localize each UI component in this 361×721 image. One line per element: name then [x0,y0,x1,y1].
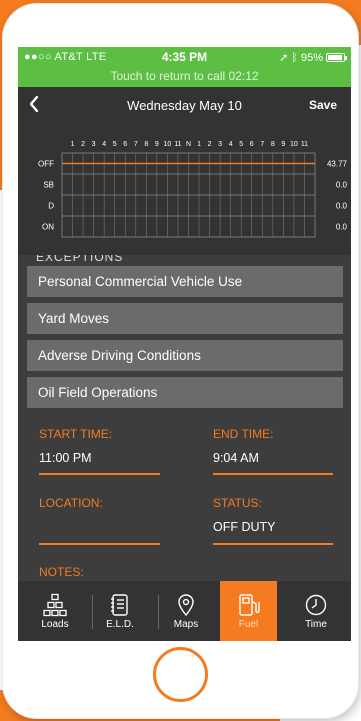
eld-logbook-icon [111,594,128,616]
bottom-tab-bar: Loads E.L.D. Maps Fuel Time [18,581,351,641]
duty-row-label: ON [42,223,54,232]
return-to-call-banner[interactable]: Touch to return to call 02:12 [18,69,351,83]
start-time-value[interactable]: 11:00 PM [39,451,92,465]
hour-label: 7 [134,141,138,148]
exception-adverse-driving[interactable]: Adverse Driving Conditions [27,340,343,371]
duty-row-total: 0.0 [336,181,348,190]
battery-level [328,55,343,60]
hour-label: 4 [102,141,106,148]
exception-yard-moves[interactable]: Yard Moves [27,303,343,334]
page-title: Wednesday May 10 [127,98,242,113]
notes-label: NOTES: [39,565,84,579]
tab-time-label: Time [305,619,327,630]
bluetooth-icon: ᛒ [291,51,298,64]
hour-label: 2 [208,141,212,148]
location-arrow-icon: ➚ [279,52,289,64]
home-button[interactable] [153,647,208,702]
battery-icon [326,53,347,62]
tab-fuel-label: Fuel [238,619,259,630]
status-bar[interactable]: ●●○○ AT&T LTE 4:35 PM ➚ ᛒ 95% Touch to r… [18,47,351,87]
hour-label: 5 [113,141,117,148]
hour-label: 11 [301,141,308,148]
tab-loads-label: Loads [41,619,69,630]
duty-log-graph: 1 2 3 4 5 6 7 8 9 10 11 N 1 2 3 4 5 6 7 8 9 10 11 OFF 43.77 SB 0.0… [18,125,351,255]
end-time-label: END TIME: [213,427,274,441]
hour-label: 4 [229,141,233,148]
map-pin-icon [178,594,194,617]
duty-row-label: SB [43,181,54,190]
save-button[interactable]: Save [309,98,337,112]
tab-loads[interactable]: Loads [23,581,87,641]
hour-label: 6 [123,141,127,148]
hour-label: 5 [239,141,243,148]
tab-eld-label: E.L.D. [106,619,134,630]
hour-label: 11 [174,141,181,148]
status-indicators: ➚ ᛒ 95% [279,51,347,64]
app-screen: ●●○○ AT&T LTE 4:35 PM ➚ ᛒ 95% Touch to r… [18,47,351,641]
duty-row-total: 43.77 [327,160,348,169]
status-underline [213,543,333,545]
duty-row-label: D [48,202,54,211]
clock-icon [305,594,327,616]
hour-label: 10 [164,141,172,148]
hour-label: 9 [155,141,159,148]
hour-label: 2 [81,141,85,148]
end-time-value[interactable]: 9:04 AM [213,451,259,465]
duty-log-grid: 1 2 3 4 5 6 7 8 9 10 11 N 1 2 3 4 5 6 7 8 9 10 11OFF 43.77SB 0.0… [38,141,348,238]
hour-label: 8 [271,141,275,148]
hour-label: 6 [250,141,254,148]
tab-maps[interactable]: Maps [154,581,218,641]
hour-label: 7 [260,141,264,148]
exception-oil-field[interactable]: Oil Field Operations [27,377,343,408]
tab-fuel[interactable]: Fuel [220,581,277,641]
exception-personal-conveyance[interactable]: Personal Commercial Vehicle Use [27,266,343,297]
end-time-underline [213,473,333,475]
tab-eld[interactable]: E.L.D. [88,581,152,641]
phone-frame: ●●○○ AT&T LTE 4:35 PM ➚ ᛒ 95% Touch to r… [3,4,358,718]
hour-label: 8 [144,141,148,148]
tab-maps-label: Maps [173,619,199,630]
tab-time[interactable]: Time [284,581,348,641]
duty-row-total: 0.0 [336,202,348,211]
start-time-label: START TIME: [39,427,113,441]
battery-percent: 95% [300,51,323,64]
exceptions-section-title: EXCEPTIONS [36,255,124,264]
hour-label: 1 [71,141,75,148]
duty-row-label: OFF [38,160,54,169]
hour-label: 3 [218,141,222,148]
location-underline [39,543,160,545]
duty-row-total: 0.0 [336,223,348,232]
hour-label: 9 [281,141,285,148]
nav-bar: Wednesday May 10 Save [18,87,351,125]
hour-label: 3 [92,141,96,148]
start-time-underline [39,473,160,475]
hour-label: N [186,141,191,148]
location-label: LOCATION: [39,496,103,510]
hour-label: 10 [290,141,298,148]
fuel-pump-icon [239,594,260,616]
loads-icon [43,593,67,617]
hour-label: 1 [197,141,201,148]
log-details-scroll[interactable]: EXCEPTIONS Personal Commercial Vehicle U… [18,255,351,585]
status-label: STATUS: [213,496,262,510]
status-value[interactable]: OFF DUTY [213,520,276,534]
